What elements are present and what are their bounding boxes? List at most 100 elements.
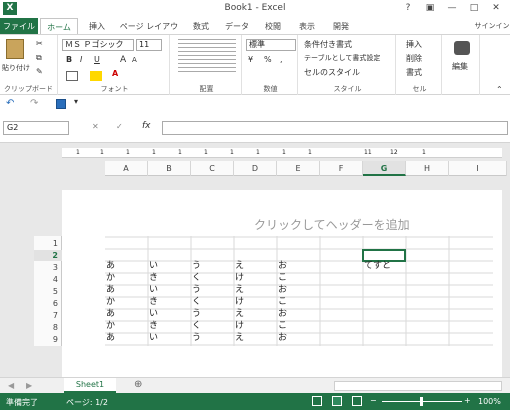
row-header[interactable]: 8 xyxy=(34,322,62,333)
next-sheet-icon[interactable]: ▶ xyxy=(26,381,32,390)
row-header[interactable]: 2 xyxy=(34,250,62,261)
cell-b8[interactable]: き xyxy=(149,321,158,332)
row-header[interactable]: 7 xyxy=(34,310,62,321)
cell-d6[interactable]: け xyxy=(235,297,244,308)
collapse-ribbon-icon[interactable]: ⌃ xyxy=(496,85,503,94)
name-box[interactable]: G2 xyxy=(3,121,69,135)
cell-a5[interactable]: あ xyxy=(106,285,115,296)
column-header-f[interactable]: F xyxy=(320,161,363,176)
cell-c4[interactable]: く xyxy=(192,273,201,284)
delete-cells-button[interactable]: 削除 xyxy=(406,53,422,64)
formula-input[interactable] xyxy=(162,121,508,135)
tab-home[interactable]: ホーム xyxy=(40,18,78,35)
cell-styles-button[interactable]: セルのスタイル xyxy=(304,67,360,78)
cell-c7[interactable]: う xyxy=(192,309,201,320)
shrink-font-button[interactable]: A xyxy=(132,56,137,64)
cell-b9[interactable]: い xyxy=(149,333,158,344)
grow-font-button[interactable]: A xyxy=(120,55,126,65)
cell-e6[interactable]: こ xyxy=(278,297,287,308)
save-icon[interactable] xyxy=(56,99,66,109)
tab-formulas[interactable]: 数式 xyxy=(186,18,216,35)
customize-qat-icon[interactable]: ▾ xyxy=(74,97,78,106)
cancel-icon[interactable]: ✕ xyxy=(92,122,99,131)
column-header-g[interactable]: G xyxy=(363,161,406,176)
cell-g3[interactable]: てすと xyxy=(364,261,391,272)
font-name-select[interactable]: ＭＳ Ｐゴシック xyxy=(62,39,134,51)
number-format-select[interactable]: 標準 xyxy=(246,39,296,51)
zoom-in-button[interactable]: + xyxy=(464,396,471,405)
cell-d9[interactable]: え xyxy=(235,333,244,344)
maximize-button[interactable]: □ xyxy=(464,1,484,15)
cell-a7[interactable]: あ xyxy=(106,309,115,320)
undo-icon[interactable]: ↶ xyxy=(6,98,14,109)
zoom-level[interactable]: 100% xyxy=(478,397,501,406)
percent-button[interactable]: % xyxy=(264,55,272,64)
cell-d4[interactable]: け xyxy=(235,273,244,284)
tab-view[interactable]: 表示 xyxy=(292,18,322,35)
cell-c6[interactable]: く xyxy=(192,297,201,308)
row-header[interactable]: 6 xyxy=(34,298,62,309)
cell-d8[interactable]: け xyxy=(235,321,244,332)
zoom-out-button[interactable]: − xyxy=(370,396,377,405)
copy-icon[interactable]: ⧉ xyxy=(36,53,42,63)
currency-icon[interactable]: ¥ xyxy=(248,55,253,64)
tab-review[interactable]: 校閲 xyxy=(258,18,288,35)
cell-b6[interactable]: き xyxy=(149,297,158,308)
cell-e7[interactable]: お xyxy=(278,309,287,320)
cell-e3[interactable]: お xyxy=(278,261,287,272)
cell-d5[interactable]: え xyxy=(235,285,244,296)
horizontal-scrollbar[interactable] xyxy=(334,381,502,391)
prev-sheet-icon[interactable]: ◀ xyxy=(8,381,14,390)
cell-d7[interactable]: え xyxy=(235,309,244,320)
column-header-a[interactable]: A xyxy=(105,161,148,176)
comma-button[interactable]: , xyxy=(280,55,283,64)
underline-button[interactable]: U xyxy=(94,55,100,64)
cell-e5[interactable]: お xyxy=(278,285,287,296)
tab-file[interactable]: ファイル xyxy=(0,18,38,35)
tab-data[interactable]: データ xyxy=(222,18,252,35)
cell-c5[interactable]: う xyxy=(192,285,201,296)
add-header-prompt[interactable]: クリックしてヘッダーを追加 xyxy=(254,216,410,233)
tab-developer[interactable]: 開発 xyxy=(326,18,356,35)
cell-b7[interactable]: い xyxy=(149,309,158,320)
format-painter-icon[interactable]: ✎ xyxy=(36,67,43,76)
cell-d3[interactable]: え xyxy=(235,261,244,272)
format-as-table-button[interactable]: テーブルとして書式設定 xyxy=(304,53,380,63)
redo-icon[interactable]: ↷ xyxy=(30,98,38,109)
cell-a3[interactable]: あ xyxy=(106,261,115,272)
normal-view-icon[interactable] xyxy=(312,396,322,406)
font-color-icon[interactable]: A xyxy=(112,69,118,78)
enter-icon[interactable]: ✓ xyxy=(116,122,123,131)
font-size-select[interactable]: 11 xyxy=(136,39,162,51)
row-header[interactable]: 5 xyxy=(34,286,62,297)
column-header-b[interactable]: B xyxy=(148,161,191,176)
paste-icon[interactable] xyxy=(6,39,24,59)
cut-icon[interactable]: ✂ xyxy=(36,39,43,48)
page-break-view-icon[interactable] xyxy=(352,396,362,406)
fill-color-icon[interactable] xyxy=(90,71,102,81)
border-icon[interactable] xyxy=(66,71,78,81)
cell-e8[interactable]: こ xyxy=(278,321,287,332)
close-button[interactable]: ✕ xyxy=(486,1,506,15)
column-header-e[interactable]: E xyxy=(277,161,320,176)
insert-cells-button[interactable]: 挿入 xyxy=(406,39,422,50)
cell-b3[interactable]: い xyxy=(149,261,158,272)
cell-c8[interactable]: く xyxy=(192,321,201,332)
tab-page-layout[interactable]: ページ レイアウト xyxy=(116,18,182,48)
minimize-button[interactable]: — xyxy=(442,1,462,15)
cell-a9[interactable]: あ xyxy=(106,333,115,344)
insert-function-button[interactable]: fx xyxy=(142,121,151,131)
binoculars-icon[interactable] xyxy=(454,41,470,55)
zoom-slider-thumb[interactable] xyxy=(420,397,423,406)
cell-c9[interactable]: う xyxy=(192,333,201,344)
tab-insert[interactable]: 挿入 xyxy=(82,18,112,35)
column-header-c[interactable]: C xyxy=(191,161,234,176)
alignment-icons[interactable] xyxy=(178,39,236,75)
row-header[interactable]: 4 xyxy=(34,274,62,285)
cell-e9[interactable]: お xyxy=(278,333,287,344)
editing-button[interactable]: 編集 xyxy=(452,61,468,72)
cell-b5[interactable]: い xyxy=(149,285,158,296)
row-header[interactable]: 9 xyxy=(34,334,62,345)
help-button[interactable]: ? xyxy=(398,1,418,15)
cell-a8[interactable]: か xyxy=(106,321,115,332)
